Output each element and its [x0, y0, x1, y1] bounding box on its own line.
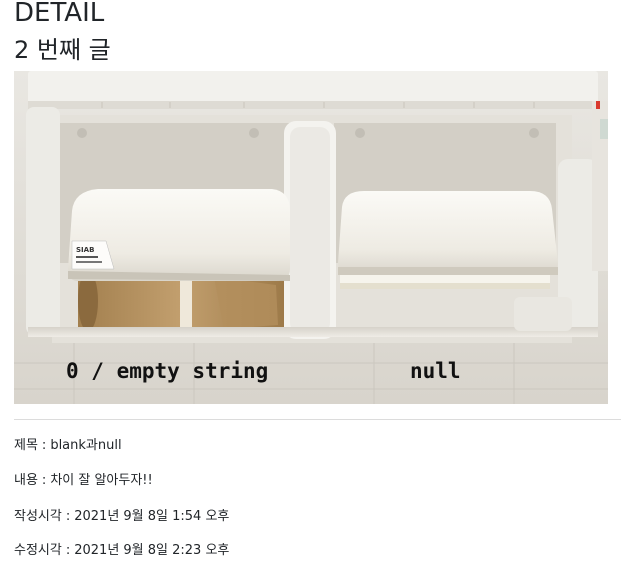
field-updated-value: 2021년 9월 8일 2:23 오후	[74, 543, 230, 558]
field-created-label: 작성시각	[14, 509, 62, 524]
field-separator: :	[65, 509, 71, 524]
caption-null: null	[410, 359, 461, 383]
page-heading: DETAIL	[14, 0, 105, 28]
field-content-value: 차이 잘 알아두자!!	[50, 473, 153, 488]
post-image: SIAB 0 / empty string null	[14, 71, 608, 404]
caption-empty-string: 0 / empty string	[66, 359, 268, 383]
field-content: 내용: 차이 잘 알아두자!!	[14, 472, 153, 490]
field-created-at: 작성시각:2021년 9월 8일 1:54 오후	[14, 508, 229, 526]
field-updated-label: 수정시각	[14, 543, 62, 558]
field-title-label: 제목	[14, 438, 38, 453]
field-separator: :	[65, 543, 71, 558]
field-separator: :	[41, 473, 47, 488]
post-title: 2 번째 글	[14, 36, 111, 64]
field-separator: :	[41, 438, 47, 453]
field-updated-at: 수정시각:2021년 9월 8일 2:23 오후	[14, 542, 229, 560]
brand-text: SIAB	[76, 246, 94, 254]
field-title: 제목: blank과null	[14, 437, 122, 455]
divider	[14, 419, 621, 420]
field-title-value: blank과null	[50, 438, 122, 453]
field-created-value: 2021년 9월 8일 1:54 오후	[74, 509, 230, 524]
field-content-label: 내용	[14, 473, 38, 488]
